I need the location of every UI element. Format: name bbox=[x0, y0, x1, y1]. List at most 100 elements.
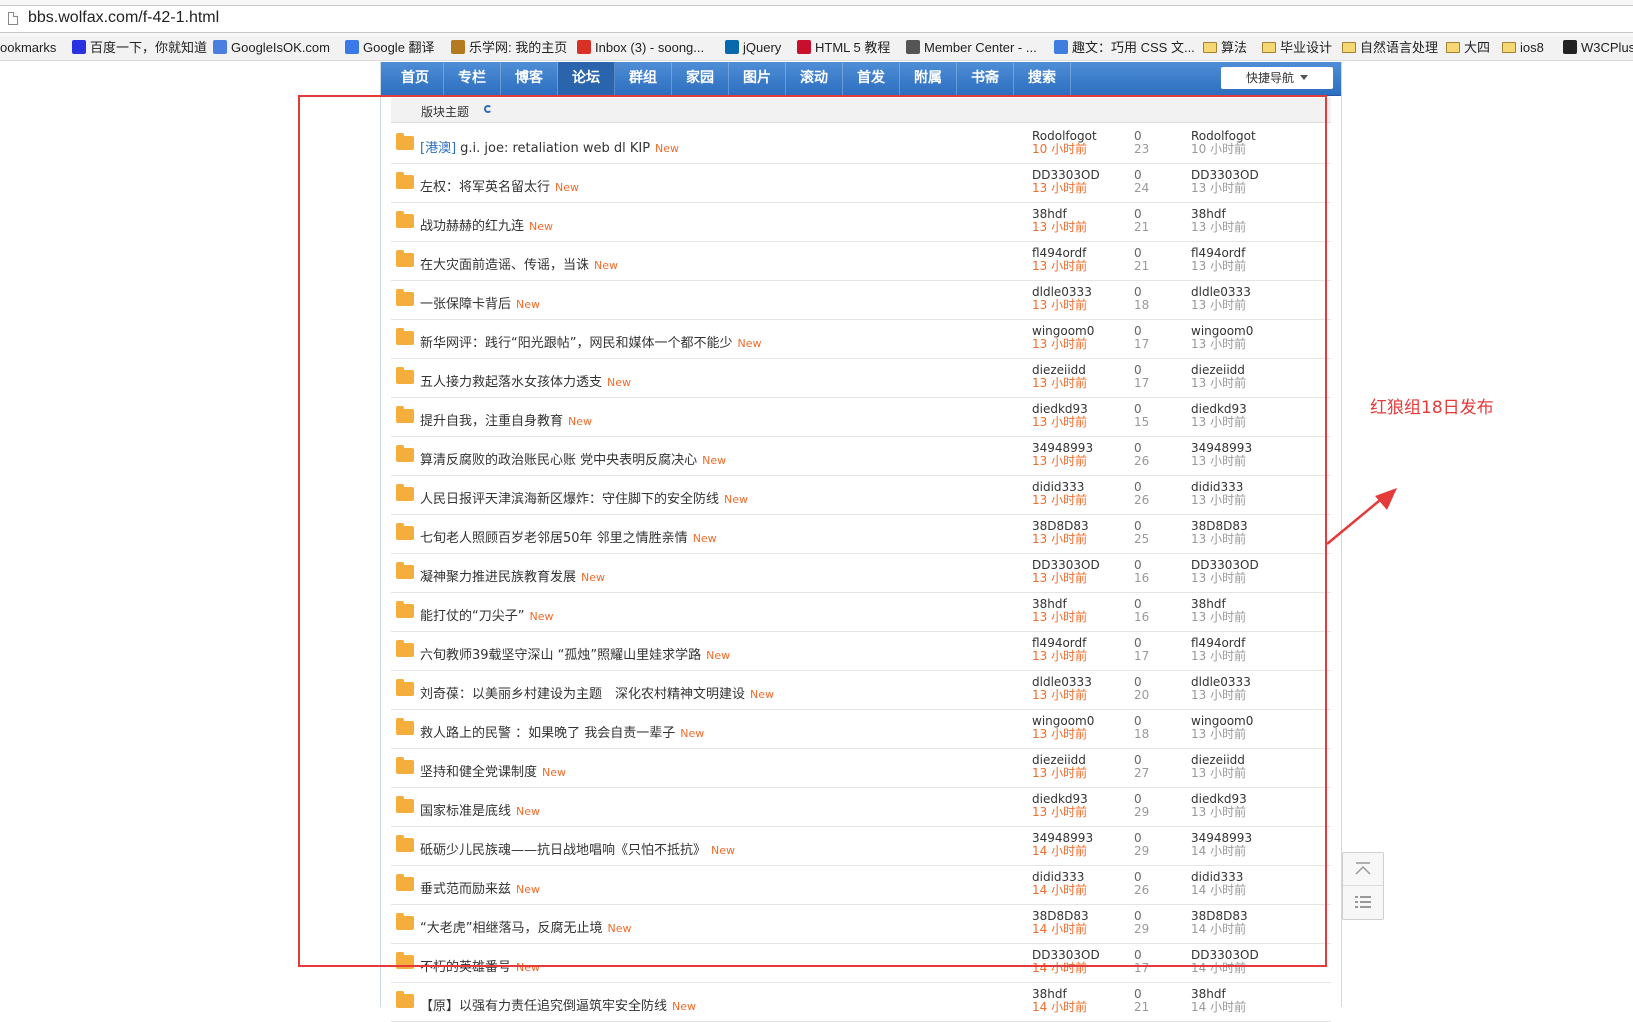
thread-title-link[interactable]: 凝神聚力推进民族教育发展 New bbox=[420, 566, 605, 585]
url-field[interactable]: bbs.wolfax.com/f-42-1.html bbox=[0, 5, 1633, 33]
thread-title-link[interactable]: 【原】以强有力责任追究倒逼筑牢安全防线 New bbox=[420, 995, 696, 1014]
thread-row: 救人路上的民警 ：如果晚了 我会自责一辈子 New wingoom0 13 小时前 0 1… bbox=[391, 710, 1331, 749]
thread-author: fl494ordf 13 小时前 bbox=[1032, 247, 1132, 273]
bookmark-label: W3CPlus bbox=[1581, 40, 1633, 55]
bookmark-item[interactable]: Member Center - ... bbox=[906, 40, 1037, 56]
thread-title-link[interactable]: 一张保障卡背后 New bbox=[420, 293, 540, 312]
bookmark-item[interactable]: 自然语言处理 bbox=[1342, 40, 1438, 56]
thread-title-link[interactable]: “大老虎”相继落马，反腐无止境 New bbox=[420, 917, 631, 936]
nav-item[interactable]: 滚动 bbox=[786, 62, 843, 95]
nav-item[interactable]: 搜索 bbox=[1014, 62, 1071, 95]
thread-stats: 0 23 bbox=[1134, 130, 1174, 156]
bookmark-item[interactable]: ios8 bbox=[1502, 40, 1544, 56]
thread-title-link[interactable]: 五人接力救起落水女孩体力透支 New bbox=[420, 371, 631, 390]
thread-stats: 0 15 bbox=[1134, 403, 1174, 429]
back-to-top-button[interactable] bbox=[1343, 853, 1383, 886]
thread-title-link[interactable]: 六旬教师39载坚守深山 “孤烛”照耀山里娃求学路 New bbox=[420, 644, 730, 663]
nav-item[interactable]: 专栏 bbox=[444, 62, 501, 95]
bookmark-item[interactable]: W3CPlus bbox=[1563, 40, 1633, 56]
nav-item[interactable]: 首发 bbox=[843, 62, 900, 95]
last-post-time: 13 小时前 bbox=[1191, 181, 1247, 195]
bookmark-item[interactable]: 毕业设计 bbox=[1262, 40, 1332, 56]
post-time: 13 小时前 bbox=[1032, 493, 1088, 507]
last-post-time: 13 小时前 bbox=[1191, 805, 1247, 819]
bookmark-item[interactable]: 乐学网: 我的主页 bbox=[451, 40, 567, 56]
thread-title-link[interactable]: 坚持和健全党课制度 New bbox=[420, 761, 566, 780]
thread-title-link[interactable]: 左权：将军英名留太行 New bbox=[420, 176, 579, 195]
folder-icon bbox=[1342, 42, 1356, 53]
thread-title: 左权：将军英名留太行 bbox=[420, 180, 551, 195]
thread-stats: 0 29 bbox=[1134, 832, 1174, 858]
thread-row: 战功赫赫的红九连 New 38hdf 13 小时前 0 21 38hdf 13 小时前 bbox=[391, 203, 1331, 242]
thread-row: 五人接力救起落水女孩体力透支 New diezeiidd 13 小时前 0 17 dieze… bbox=[391, 359, 1331, 398]
post-time: 14 小时前 bbox=[1032, 883, 1088, 897]
bookmark-item[interactable]: 算法 bbox=[1203, 40, 1247, 56]
thread-title-link[interactable]: 在大灾面前造谣、传谣，当诛 New bbox=[420, 254, 618, 273]
thread-title-link[interactable]: 战功赫赫的红九连 New bbox=[420, 215, 553, 234]
thread-title-link[interactable]: 不朽的英雄番号 New bbox=[420, 956, 540, 975]
thread-title-link[interactable]: 七旬老人照顾百岁老邻居50年 邻里之情胜亲情 New bbox=[420, 527, 717, 546]
bookmark-item[interactable]: ookmarks bbox=[0, 40, 56, 56]
nav-item[interactable]: 书斋 bbox=[957, 62, 1014, 95]
list-view-button[interactable] bbox=[1343, 886, 1383, 918]
thread-title-link[interactable]: 能打仗的“刀尖子” New bbox=[420, 605, 553, 624]
thread-title-link[interactable]: 算清反腐败的政治账民心账 党中央表明反腐决心 New bbox=[420, 449, 726, 468]
thread-title-link[interactable]: 提升自我，注重自身教育 New bbox=[420, 410, 592, 429]
thread-title-link[interactable]: [港澳] g.i. joe: retaliation web dl KIP New bbox=[420, 137, 679, 156]
url-text[interactable]: bbs.wolfax.com/f-42-1.html bbox=[28, 9, 219, 27]
new-badge: New bbox=[529, 610, 554, 623]
thread-row: 六旬教师39载坚守深山 “孤烛”照耀山里娃求学路 New fl494ordf 13 小… bbox=[391, 632, 1331, 671]
thread-title-link[interactable]: 砥砺少儿民族魂——抗日战地唱响《只怕不抵抗》 New bbox=[420, 839, 735, 858]
thread-author: DD3303OD 13 小时前 bbox=[1032, 559, 1132, 585]
last-post-time: 13 小时前 bbox=[1191, 727, 1247, 741]
nav-item[interactable]: 家园 bbox=[672, 62, 729, 95]
thread-tag[interactable]: [港澳] bbox=[420, 141, 456, 156]
bookmark-item[interactable]: Inbox (3) - soong... bbox=[577, 40, 704, 56]
last-post-time: 13 小时前 bbox=[1191, 220, 1247, 234]
thread-title: 国家标准是底线 bbox=[420, 804, 512, 819]
bookmark-item[interactable]: jQuery bbox=[725, 40, 781, 56]
bookmark-item[interactable]: 百度一下，你就知道 bbox=[72, 40, 207, 56]
nav-item[interactable]: 附属 bbox=[900, 62, 957, 95]
thread-author: DD3303OD 13 小时前 bbox=[1032, 169, 1132, 195]
thread-title: 坚持和健全党课制度 bbox=[420, 765, 538, 780]
last-post: 38D8D83 13 小时前 bbox=[1191, 520, 1311, 546]
bookmark-item[interactable]: Google 翻译 bbox=[345, 40, 435, 56]
bookmark-label: Inbox (3) - soong... bbox=[595, 40, 705, 55]
new-badge: New bbox=[581, 571, 606, 584]
w3cplus-icon bbox=[1563, 40, 1577, 54]
quick-nav-button[interactable]: 快捷导航 bbox=[1221, 67, 1333, 89]
last-post: fl494ordf 13 小时前 bbox=[1191, 247, 1311, 273]
refresh-icon[interactable] bbox=[484, 105, 492, 113]
nav-item[interactable]: 图片 bbox=[729, 62, 786, 95]
lexue-icon bbox=[451, 40, 465, 54]
last-post: 38hdf 14 小时前 bbox=[1191, 988, 1311, 1014]
annotation-note: 红狼组18日发布 bbox=[1370, 398, 1494, 418]
nav-item[interactable]: 论坛 bbox=[558, 62, 615, 95]
bookmark-item[interactable]: HTML 5 教程 bbox=[797, 40, 890, 56]
nav-item[interactable]: 首页 bbox=[387, 62, 444, 95]
thread-title-link[interactable]: 人民日报评天津滨海新区爆炸：守住脚下的安全防线 New bbox=[420, 488, 748, 507]
thread-stats: 0 18 bbox=[1134, 715, 1174, 741]
thread-title-link[interactable]: 国家标准是底线 New bbox=[420, 800, 540, 819]
thread-title-link[interactable]: 新华网评：践行“阳光跟帖”，网民和媒体一个都不能少 New bbox=[420, 332, 761, 351]
post-time: 13 小时前 bbox=[1032, 766, 1088, 780]
bookmark-item[interactable]: GoogleIsOK.com bbox=[213, 40, 330, 56]
thread-stats: 0 18 bbox=[1134, 286, 1174, 312]
thread-row: 一张保障卡背后 New dldle0333 13 小时前 0 18 dldle0333 13 … bbox=[391, 281, 1331, 320]
nav-item[interactable]: 博客 bbox=[501, 62, 558, 95]
thread-title-link[interactable]: 救人路上的民警 ：如果晚了 我会自责一辈子 New bbox=[420, 722, 704, 741]
last-post-time: 13 小时前 bbox=[1191, 337, 1247, 351]
view-count: 21 bbox=[1134, 259, 1150, 273]
thread-title: 垂式范而励来兹 bbox=[420, 882, 512, 897]
thread-row: [港澳] g.i. joe: retaliation web dl KIP New R… bbox=[391, 125, 1331, 164]
bookmark-label: jQuery bbox=[743, 40, 782, 55]
thread-title-link[interactable]: 垂式范而励来兹 New bbox=[420, 878, 540, 897]
bookmark-item[interactable]: 大四 bbox=[1446, 40, 1490, 56]
nav-item[interactable]: 群组 bbox=[615, 62, 672, 95]
bookmark-item[interactable]: 趣文：巧用 CSS 文... bbox=[1054, 40, 1195, 56]
last-post-time: 13 小时前 bbox=[1191, 688, 1247, 702]
thread-title: 战功赫赫的红九连 bbox=[420, 219, 525, 234]
thread-title-link[interactable]: 刘奇葆：以美丽乡村建设为主题 深化农村精神文明建设 New bbox=[420, 683, 774, 702]
folder-icon bbox=[396, 211, 414, 228]
